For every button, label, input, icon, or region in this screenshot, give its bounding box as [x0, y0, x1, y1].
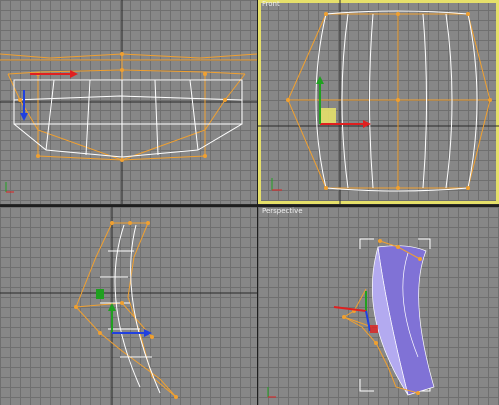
front-view-scene: [258, 0, 499, 204]
top-view-scene: [0, 0, 257, 204]
move-gizmo-icon: [96, 289, 152, 337]
move-gizmo-icon: [20, 70, 78, 121]
axis-tripod-icon: [5, 182, 14, 193]
viewport-divider-horizontal[interactable]: [0, 205, 499, 207]
move-gizmo-icon: [316, 76, 371, 128]
mesh-wireframe: [13, 79, 243, 158]
perspective-view-scene: [267, 238, 435, 398]
cage-points: [286, 12, 492, 190]
viewport-perspective[interactable]: Perspective: [258, 207, 499, 405]
viewport-front[interactable]: Front: [258, 0, 499, 204]
viewport-top[interactable]: [0, 0, 257, 204]
lattice-cage: [287, 13, 491, 189]
move-gizmo-icon: [333, 291, 378, 333]
lattice-cage: [75, 222, 177, 398]
axis-tripod-icon: [271, 178, 282, 191]
viewport-divider-vertical[interactable]: [257, 0, 258, 405]
shaded-mesh: [371, 245, 435, 396]
axis-tripod-icon: [267, 387, 276, 398]
cage-points: [74, 221, 178, 399]
viewport-left[interactable]: [0, 207, 257, 405]
left-view-scene: [0, 207, 257, 405]
